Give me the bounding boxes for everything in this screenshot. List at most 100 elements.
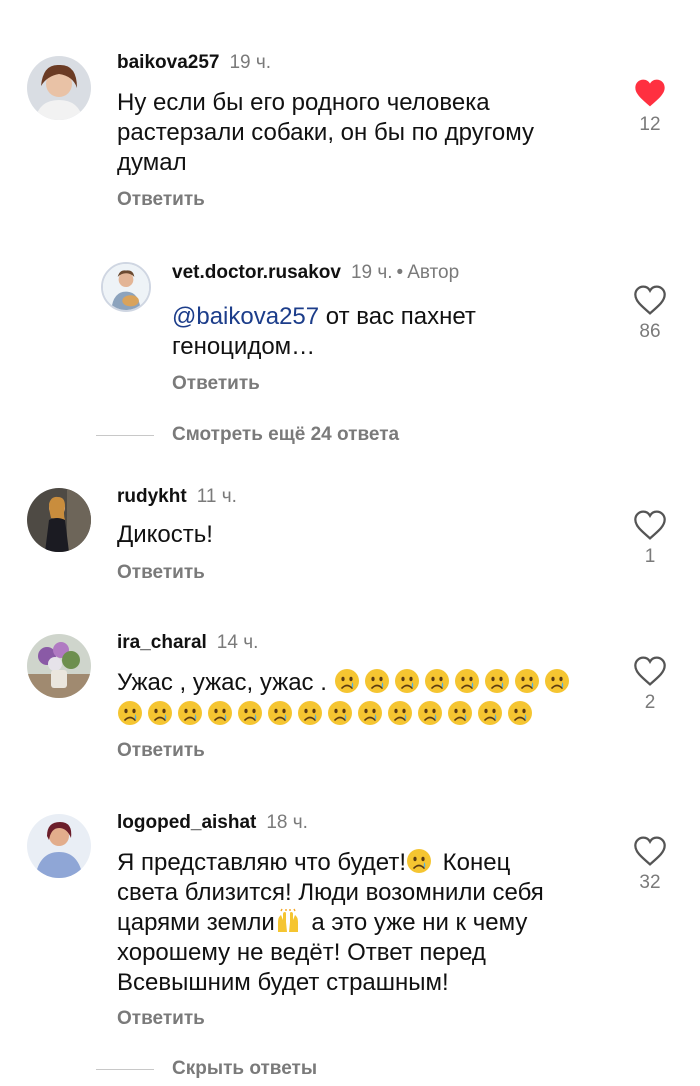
raised-hands-emoji (275, 908, 301, 934)
crying-face-emoji (297, 700, 323, 726)
comment-text-line: растерзали собаки, он бы по другому (117, 119, 535, 146)
avatar[interactable] (27, 488, 91, 552)
reply-button[interactable]: Ответить (117, 740, 205, 762)
reply-vet-doctor-rusakov: vet.doctor.rusakov 19 ч. • Автор @baikova25… (0, 240, 700, 410)
like-button[interactable]: 86 (630, 285, 670, 343)
comment-text-line (117, 700, 574, 730)
username[interactable]: baikova257 (117, 52, 219, 73)
like-button[interactable]: 12 (630, 78, 670, 136)
crying-face-emoji (477, 700, 503, 726)
view-more-replies-label: Смотреть ещё 24 ответа (172, 424, 400, 445)
username[interactable]: rudykht (117, 486, 187, 507)
like-count: 2 (644, 692, 656, 713)
comment-meta: baikova257 19 ч. (117, 52, 271, 74)
comment-text-segment: Конец (435, 849, 511, 876)
comment-text-segment: Я представляю что будет! (117, 849, 406, 876)
like-button[interactable]: 32 (630, 836, 670, 894)
crying-face-emoji (424, 668, 450, 694)
like-button[interactable]: 1 (630, 510, 670, 568)
reply-button[interactable]: Ответить (117, 562, 205, 584)
reply-button[interactable]: Ответить (172, 373, 260, 395)
username[interactable]: ira_charal (117, 632, 207, 653)
comment-text-line: света близится! Люди возомнили себя (117, 879, 544, 906)
comment-text: @baikova257 от вас пахнет геноцидом… (172, 302, 476, 362)
heart-icon (634, 656, 666, 686)
heart-icon (634, 510, 666, 540)
crying-face-emoji (357, 700, 383, 726)
comment-text: Я представляю что будет! Конец света бли… (117, 848, 544, 998)
hide-replies-button[interactable]: Скрыть ответы (96, 1057, 317, 1081)
separator-dot: • (396, 262, 404, 283)
comment-text-line: @baikova257 от вас пахнет (172, 302, 476, 332)
thread-divider (96, 434, 154, 436)
timestamp: 11 ч. (196, 486, 237, 507)
crying-face-emoji (364, 668, 390, 694)
heart-icon (634, 836, 666, 866)
like-count: 1 (644, 546, 656, 567)
comment-baikova257: baikova257 19 ч. Ну если бы его родного ч… (0, 0, 700, 240)
crying-face-emoji (207, 700, 233, 726)
thread-divider (96, 1068, 154, 1070)
username[interactable]: vet.doctor.rusakov (172, 262, 341, 283)
crying-face-emoji (454, 668, 480, 694)
crying-face-emoji (147, 700, 173, 726)
comment-rudykht: rudykht 11 ч. Дикость! Ответить 1 (0, 470, 700, 600)
crying-face-emoji (387, 700, 413, 726)
crying-face-emoji (544, 668, 570, 694)
reply-button[interactable]: Ответить (117, 189, 205, 211)
username[interactable]: logoped_aishat (117, 812, 256, 833)
like-button[interactable]: 2 (630, 656, 670, 714)
comment-text: Ну если бы его родного человека растерза… (117, 88, 534, 178)
like-count: 12 (639, 114, 661, 135)
crying-face-emoji (267, 700, 293, 726)
comment-meta: logoped_aishat 18 ч. (117, 812, 308, 834)
crying-face-emoji (406, 848, 432, 874)
comment-text-line: Ну если бы его родного человека (117, 89, 490, 116)
hide-replies-label: Скрыть ответы (172, 1058, 318, 1079)
comment-meta: ira_charal 14 ч. (117, 632, 258, 654)
crying-face-emoji (334, 668, 360, 694)
timestamp: 18 ч. (266, 812, 308, 833)
comment-ira-charal: ira_charal 14 ч. Ужас , ужас, ужас . Отве… (0, 610, 700, 790)
comment-text-line: хорошему не ведёт! Ответ перед (117, 939, 486, 966)
avatar[interactable] (101, 262, 151, 312)
timestamp: 19 ч. (350, 262, 393, 283)
comment-text: Дикость! (117, 521, 213, 548)
comment-text-line: царями земли а это уже ни к чему (117, 908, 544, 938)
comment-text-line: думал (117, 149, 187, 176)
comment-text: Ужас , ужас, ужас . (117, 668, 574, 730)
author-badge: Автор (407, 262, 460, 283)
comment-text-line: Я представляю что будет! Конец (117, 848, 544, 878)
heart-icon (635, 79, 665, 107)
crying-face-emoji (327, 700, 353, 726)
reply-button[interactable]: Ответить (117, 1008, 205, 1030)
avatar[interactable] (27, 634, 91, 698)
crying-face-emoji (484, 668, 510, 694)
crying-face-emoji (394, 668, 420, 694)
comment-text-line: геноцидом… (172, 333, 316, 360)
comment-text-segment: Ужас , ужас, ужас . (117, 669, 334, 696)
crying-face-emoji (417, 700, 443, 726)
crying-face-emoji (507, 700, 533, 726)
view-more-replies-button[interactable]: Смотреть ещё 24 ответа (96, 423, 399, 447)
crying-face-emoji (177, 700, 203, 726)
crying-face-emoji (447, 700, 473, 726)
crying-face-emoji (117, 700, 143, 726)
comment-text-line: Всевышним будет страшным! (117, 969, 449, 996)
mention-link[interactable]: @baikova257 (172, 303, 319, 330)
heart-icon (634, 285, 666, 315)
avatar[interactable] (27, 56, 91, 120)
avatar[interactable] (27, 814, 91, 878)
comment-text-line: Ужас , ужас, ужас . (117, 668, 574, 698)
comment-text-segment: от вас пахнет (319, 303, 476, 330)
comment-meta: vet.doctor.rusakov 19 ч. • Автор (172, 262, 459, 284)
comment-meta: rudykht 11 ч. (117, 486, 237, 508)
comment-text-segment: а это уже ни к чему (304, 909, 528, 936)
like-count: 32 (639, 872, 661, 893)
crying-face-emoji (237, 700, 263, 726)
like-count: 86 (639, 321, 661, 342)
crying-face-emoji (514, 668, 540, 694)
timestamp: 19 ч. (229, 52, 272, 73)
timestamp: 14 ч. (216, 632, 259, 653)
comment-text-segment: царями земли (117, 909, 275, 936)
